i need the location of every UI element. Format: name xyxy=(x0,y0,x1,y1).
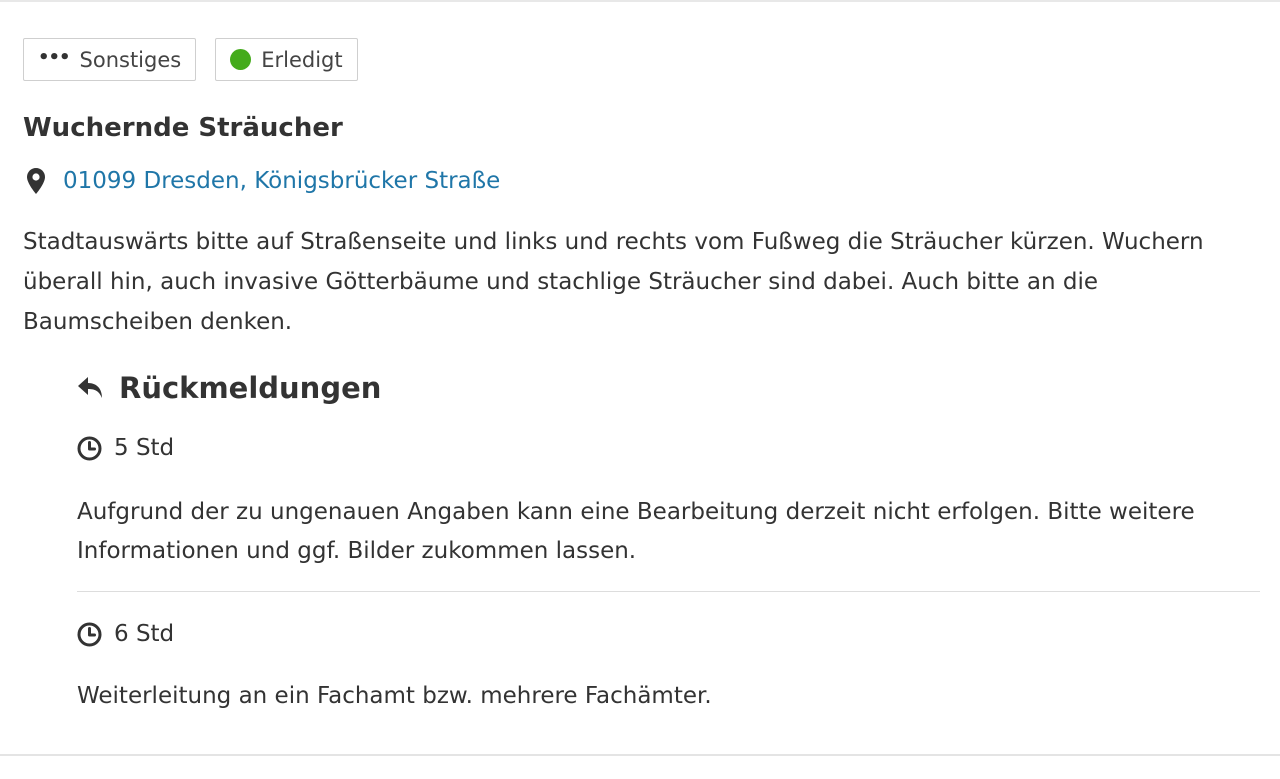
status-tag-label: Erledigt xyxy=(261,47,343,72)
feedback-entry-time: 6 Std xyxy=(77,614,1260,654)
feedback-text: Weiterleitung an ein Fachamt bzw. mehrer… xyxy=(77,683,712,709)
bottom-divider xyxy=(0,754,1280,756)
category-tag-label: Sonstiges xyxy=(79,47,182,72)
report-description: Stadtauswärts bitte auf Straßenseite und… xyxy=(23,229,1204,335)
feedback-time: 5 Std xyxy=(114,435,175,461)
map-marker-icon xyxy=(27,168,45,194)
more-dots-icon: ••• xyxy=(38,47,71,68)
clock-icon xyxy=(77,436,102,460)
feedback-text: Aufgrund der zu ungenauen Angaben kann e… xyxy=(77,499,1195,564)
location-link[interactable]: 01099 Dresden, Königsbrücker Straße xyxy=(63,168,500,194)
feedback-entry-time: 5 Std xyxy=(77,428,1260,468)
clock-icon xyxy=(77,622,102,646)
top-divider xyxy=(0,0,1280,2)
report-title: Wuchernde Sträucher xyxy=(23,113,343,143)
report-location: 01099 Dresden, Königsbrücker Straße xyxy=(27,168,500,194)
status-tag[interactable]: Erledigt xyxy=(215,38,358,81)
category-tag[interactable]: ••• Sonstiges xyxy=(23,38,197,81)
feedback-section: Rückmeldungen 5 Std Aufgrund der zu unge… xyxy=(77,365,1260,716)
reply-icon xyxy=(78,377,102,398)
status-dot-icon xyxy=(230,49,252,70)
feedback-time: 6 Std xyxy=(114,621,175,647)
feedback-header: Rückmeldungen xyxy=(77,365,1260,411)
tag-bar: ••• Sonstiges Erledigt xyxy=(23,38,358,81)
feedback-heading: Rückmeldungen xyxy=(119,371,382,405)
